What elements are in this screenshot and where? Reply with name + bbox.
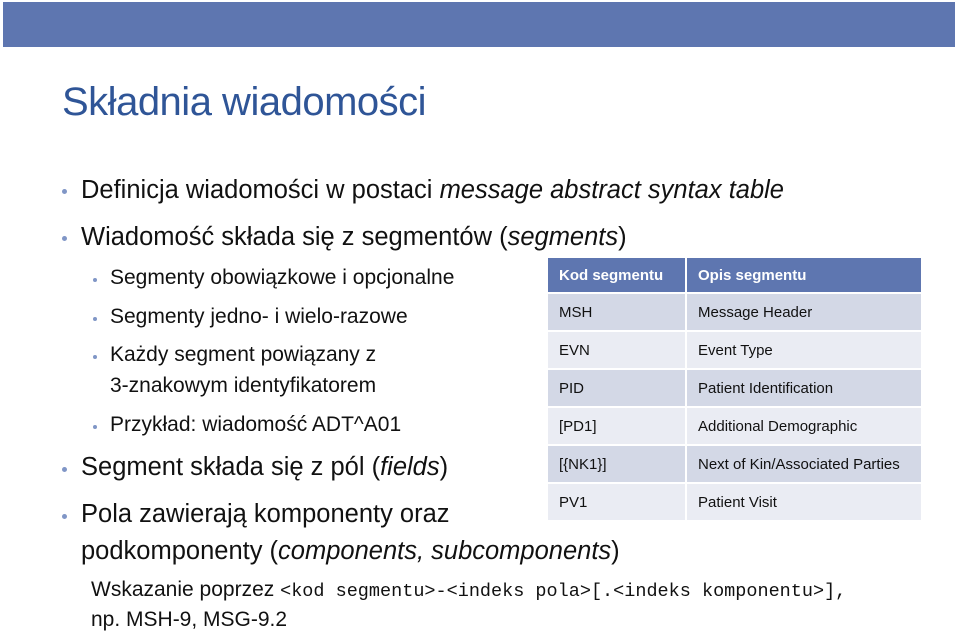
segment-code: [PD1] <box>548 408 687 446</box>
bullet-text: ) <box>618 223 627 251</box>
note-code: <kod segmentu>-<indeks pola>[.<indeks ko… <box>280 581 847 602</box>
segment-description: Patient Identification <box>687 370 923 408</box>
segment-code: PV1 <box>548 484 687 522</box>
sub-bullet: Segmenty jedno- i wielo-razowe <box>110 305 408 328</box>
header-band <box>3 2 955 47</box>
bullet-text: Definicja wiadomości w postaci <box>81 176 440 204</box>
bullet-emphasis: segments <box>507 223 619 251</box>
bullet-text: ) <box>439 453 449 481</box>
bullet-fields: Segment składa się z pól (fields) <box>81 453 448 482</box>
bullet-dot <box>93 425 97 429</box>
slide-title: Składnia wiadomości <box>62 80 427 124</box>
sub-bullet: Każdy segment powiązany z <box>110 343 377 366</box>
bullet-text: podkomponenty ( <box>81 537 279 565</box>
table-row: PV1 Patient Visit <box>548 484 923 522</box>
segment-code: MSH <box>548 294 687 332</box>
bullet-dot <box>93 278 97 282</box>
reference-example: np. MSH-9, MSG-9.2 <box>91 608 288 631</box>
reference-note: Wskazanie poprzez <kod segmentu>-<indeks… <box>91 578 846 602</box>
bullet-components: Pola zawierają komponenty oraz <box>81 500 450 528</box>
column-header-description: Opis segmentu <box>687 258 923 294</box>
bullet-definition: Definicja wiadomości w postaci message a… <box>81 176 784 205</box>
segment-code: PID <box>548 370 687 408</box>
bullet-emphasis: components, subcomponents <box>278 537 612 565</box>
bullet-dot <box>62 189 67 194</box>
bullet-emphasis: fields <box>380 453 440 481</box>
column-header-code: Kod segmentu <box>548 258 687 294</box>
table-row: MSH Message Header <box>548 294 923 332</box>
table-row: [{NK1}] Next of Kin/Associated Parties <box>548 446 923 484</box>
bullet-segments: Wiadomość składa się z segmentów (segmen… <box>81 223 627 252</box>
bullet-components-continuation: podkomponenty (components, subcomponents… <box>81 537 620 566</box>
bullet-text: Wiadomość składa się z segmentów ( <box>81 223 508 251</box>
segment-code: EVN <box>548 332 687 370</box>
bullet-dot <box>93 317 97 321</box>
segment-description: Patient Visit <box>687 484 923 522</box>
note-text: Wskazanie poprzez <box>91 578 281 601</box>
bullet-dot <box>62 514 67 519</box>
sub-bullet-continuation: 3-znakowym identyfikatorem <box>110 374 377 397</box>
sub-bullet: Segmenty obowiązkowe i opcjonalne <box>110 266 455 289</box>
segment-description: Additional Demographic <box>687 408 923 446</box>
segment-description: Event Type <box>687 332 923 370</box>
sub-bullet: Przykład: wiadomość ADT^A01 <box>110 413 402 436</box>
bullet-text: ) <box>611 537 620 565</box>
table-row: [PD1] Additional Demographic <box>548 408 923 446</box>
segment-code: [{NK1}] <box>548 446 687 484</box>
table-row: EVN Event Type <box>548 332 923 370</box>
segment-description: Message Header <box>687 294 923 332</box>
segment-description: Next of Kin/Associated Parties <box>687 446 923 484</box>
bullet-text: Segment składa się z pól ( <box>81 453 381 481</box>
table-row: PID Patient Identification <box>548 370 923 408</box>
bullet-dot <box>62 467 67 472</box>
bullet-emphasis: message abstract syntax table <box>439 176 784 204</box>
segment-table: Kod segmentu Opis segmentu MSH Message H… <box>548 258 923 522</box>
bullet-dot <box>62 236 67 241</box>
bullet-dot <box>93 355 97 359</box>
table-header-row: Kod segmentu Opis segmentu <box>548 258 923 294</box>
